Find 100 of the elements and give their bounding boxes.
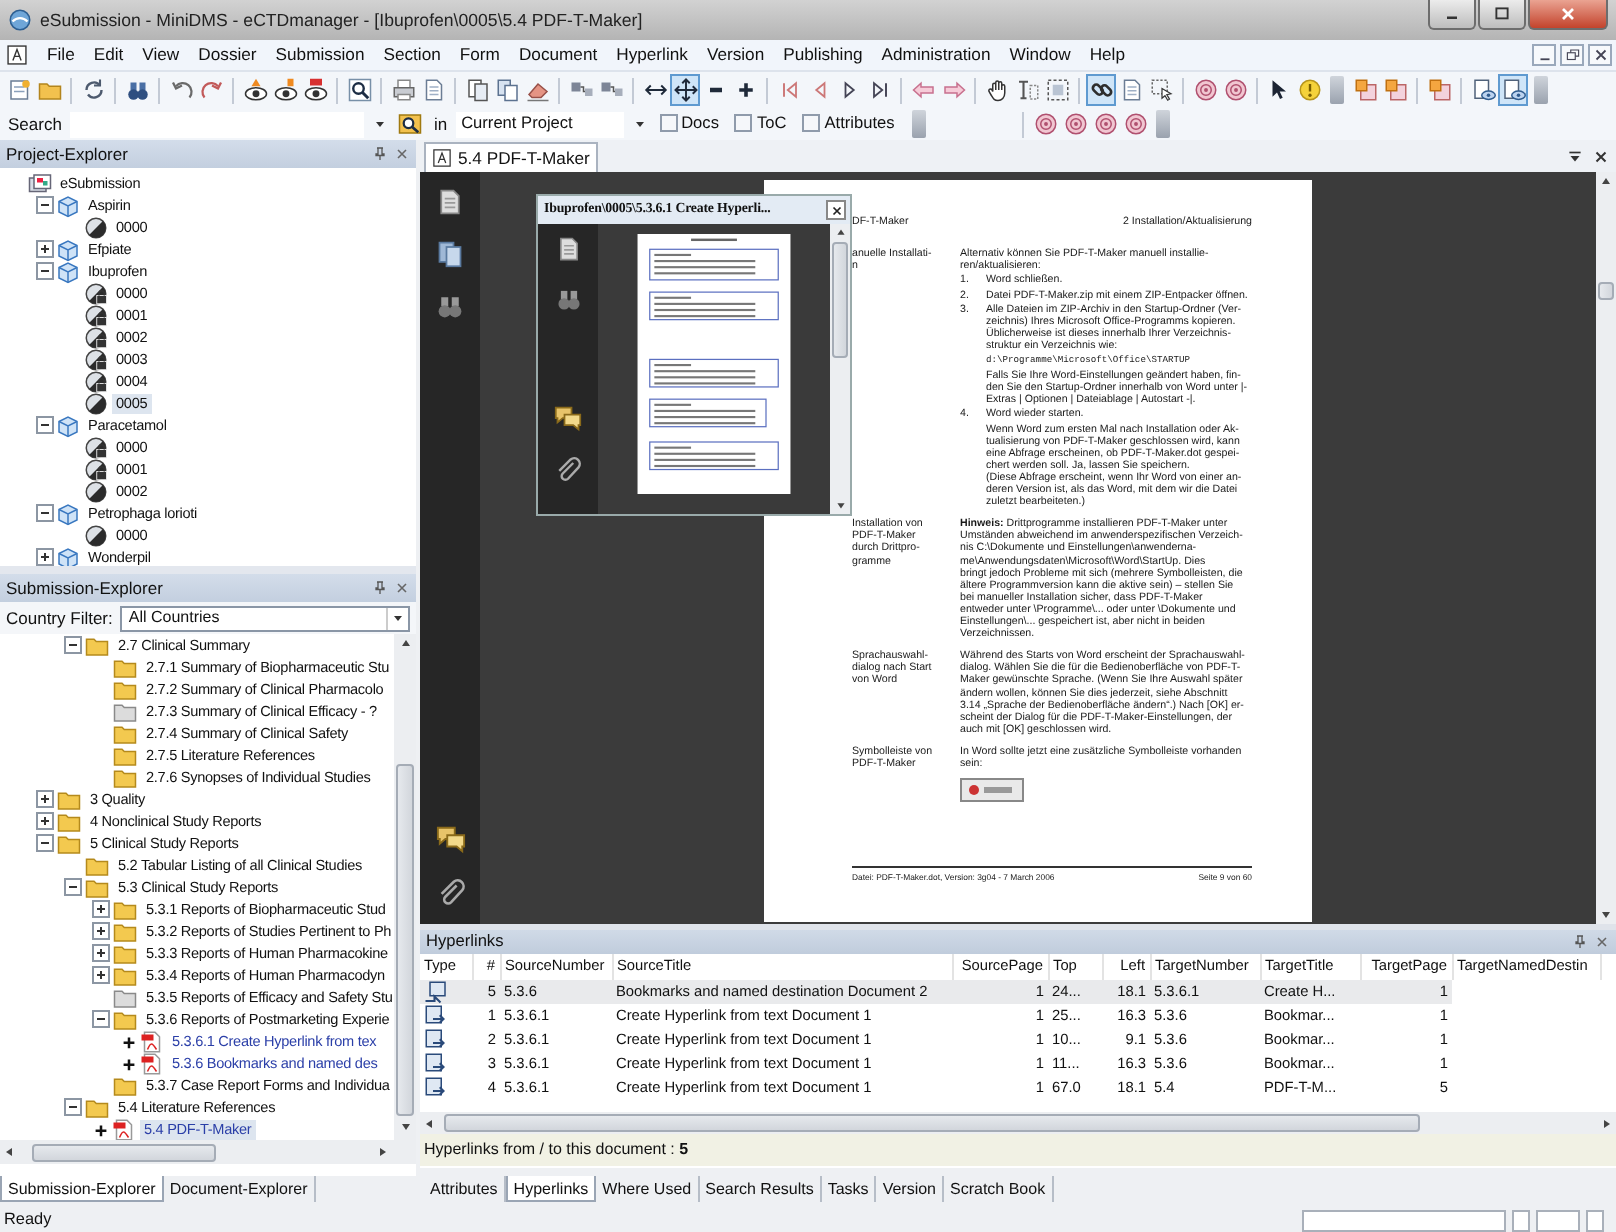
collapse-icon[interactable] — [36, 416, 54, 434]
dropdown-icon[interactable] — [1566, 147, 1584, 165]
panel-tab[interactable]: Search Results — [699, 1176, 822, 1202]
horizontal-scrollbar[interactable] — [0, 1140, 416, 1164]
scroll-thumb[interactable] — [396, 764, 414, 1116]
binoculars-icon[interactable] — [555, 286, 581, 312]
page-icon[interactable] — [436, 188, 464, 216]
pin-icon[interactable] — [372, 580, 388, 596]
folder-icon — [112, 1073, 138, 1097]
menu-item[interactable]: Version — [706, 44, 765, 66]
collapse-icon[interactable] — [64, 636, 82, 654]
menu-item[interactable]: Form — [459, 44, 500, 66]
toolbar-grip[interactable] — [1330, 76, 1344, 104]
menu-item[interactable]: Submission — [275, 44, 365, 66]
vertical-scrollbar[interactable] — [830, 224, 850, 514]
folder-icon — [112, 699, 138, 723]
box-icon — [56, 545, 80, 566]
panel-tab[interactable]: Version — [876, 1176, 944, 1202]
panel-tab[interactable]: Document-Explorer — [163, 1176, 316, 1202]
page-icon[interactable] — [555, 236, 581, 262]
maximize-button[interactable] — [1478, 0, 1526, 30]
checkbox-option[interactable]: Attributes — [798, 114, 899, 134]
menu-item[interactable]: Window — [1009, 44, 1071, 66]
plus-icon[interactable] — [92, 1120, 110, 1138]
close-icon[interactable] — [1592, 147, 1610, 165]
status-panel — [1512, 1209, 1530, 1231]
paperclip-icon[interactable] — [554, 456, 582, 484]
expand-icon[interactable] — [92, 966, 110, 984]
collapse-icon[interactable] — [64, 1098, 82, 1116]
window-title: eSubmission - MiniDMS - eCTDmanager - [Ibuprofen\0005\5.4 PDF-T-Maker] — [40, 9, 643, 31]
outgoing-link-icon — [424, 1052, 448, 1076]
checkbox-option[interactable]: Docs — [655, 114, 723, 134]
binoculars-icon[interactable] — [436, 292, 464, 320]
menu-item[interactable]: Help — [1089, 44, 1125, 66]
menu-item[interactable]: View — [142, 44, 180, 66]
pin-icon[interactable] — [372, 146, 388, 162]
menu-item[interactable]: Section — [383, 44, 441, 66]
scroll-thumb[interactable] — [444, 1114, 1420, 1132]
outgoing-link-icon — [424, 1076, 448, 1100]
document-tab[interactable]: 5.4 PDF-T-Maker — [424, 142, 598, 172]
panel-tab[interactable]: Scratch Book — [944, 1176, 1054, 1202]
menu-item[interactable]: Publishing — [783, 44, 863, 66]
menu-item[interactable]: Dossier — [198, 44, 257, 66]
dropdown-arrow-icon[interactable] — [631, 116, 648, 132]
menu-item[interactable]: Hyperlink — [616, 44, 688, 66]
expand-icon[interactable] — [92, 900, 110, 918]
plus-icon[interactable] — [120, 1032, 138, 1050]
expand-icon[interactable] — [92, 922, 110, 940]
panel-title: Project-Explorer — [6, 143, 128, 165]
collapse-icon[interactable] — [36, 834, 54, 852]
minimize-button[interactable] — [1428, 0, 1476, 30]
toolbar-grip[interactable] — [1156, 110, 1171, 138]
panel-tab[interactable]: Tasks — [821, 1176, 877, 1202]
horizontal-scrollbar[interactable] — [420, 1112, 1616, 1134]
dropdown-arrow-icon[interactable] — [390, 610, 406, 626]
expand-icon[interactable] — [36, 548, 54, 566]
folder-icon — [56, 831, 82, 855]
menu-item[interactable]: Document — [518, 44, 598, 66]
expand-icon[interactable] — [36, 790, 54, 808]
collapse-icon[interactable] — [36, 504, 54, 522]
country-filter[interactable]: All Countries — [120, 605, 410, 631]
maximize-icon[interactable] — [1492, 4, 1512, 24]
folder-icon — [56, 809, 82, 833]
scope-select[interactable]: Current Project — [455, 111, 624, 137]
plus-icon[interactable] — [120, 1054, 138, 1072]
expand-icon[interactable] — [36, 240, 54, 258]
comment-icon[interactable] — [554, 404, 582, 432]
panel-tab[interactable]: Hyperlinks — [505, 1176, 597, 1202]
collapse-icon[interactable] — [64, 878, 82, 896]
scroll-thumb[interactable] — [32, 1143, 216, 1161]
panel-tab[interactable]: Where Used — [596, 1176, 700, 1202]
pin-icon[interactable] — [1572, 934, 1588, 950]
filter-value: All Countries — [128, 608, 220, 628]
comment-icon[interactable] — [435, 824, 465, 854]
vertical-scrollbar[interactable] — [1596, 172, 1616, 924]
menu-item[interactable]: File — [47, 44, 75, 66]
toolbar-grip[interactable] — [1534, 76, 1548, 104]
folder-icon — [112, 985, 138, 1009]
collapse-icon[interactable] — [36, 196, 54, 214]
scroll-thumb[interactable] — [1598, 282, 1614, 300]
menu-item[interactable]: Administration — [881, 44, 991, 66]
expand-icon[interactable] — [36, 812, 54, 830]
folder-icon — [112, 919, 138, 943]
collapse-icon[interactable] — [36, 262, 54, 280]
panel-tab[interactable]: Submission-Explorer — [0, 1176, 164, 1202]
folder-icon — [112, 963, 138, 987]
pages-icon[interactable] — [436, 240, 464, 268]
box-icon — [56, 193, 80, 217]
checkbox-option[interactable]: ToC — [730, 114, 791, 134]
collapse-icon[interactable] — [92, 1010, 110, 1028]
scroll-thumb[interactable] — [832, 242, 848, 358]
search-field[interactable] — [69, 111, 364, 137]
folder-icon — [112, 897, 138, 921]
dropdown-arrow-icon[interactable] — [371, 116, 388, 132]
menu-item[interactable]: Edit — [93, 44, 124, 66]
expand-icon[interactable] — [92, 944, 110, 962]
toolbar-grip[interactable] — [912, 110, 927, 138]
paperclip-icon[interactable] — [435, 878, 465, 908]
folder-icon — [112, 1007, 138, 1031]
vertical-scrollbar[interactable] — [394, 634, 416, 1140]
